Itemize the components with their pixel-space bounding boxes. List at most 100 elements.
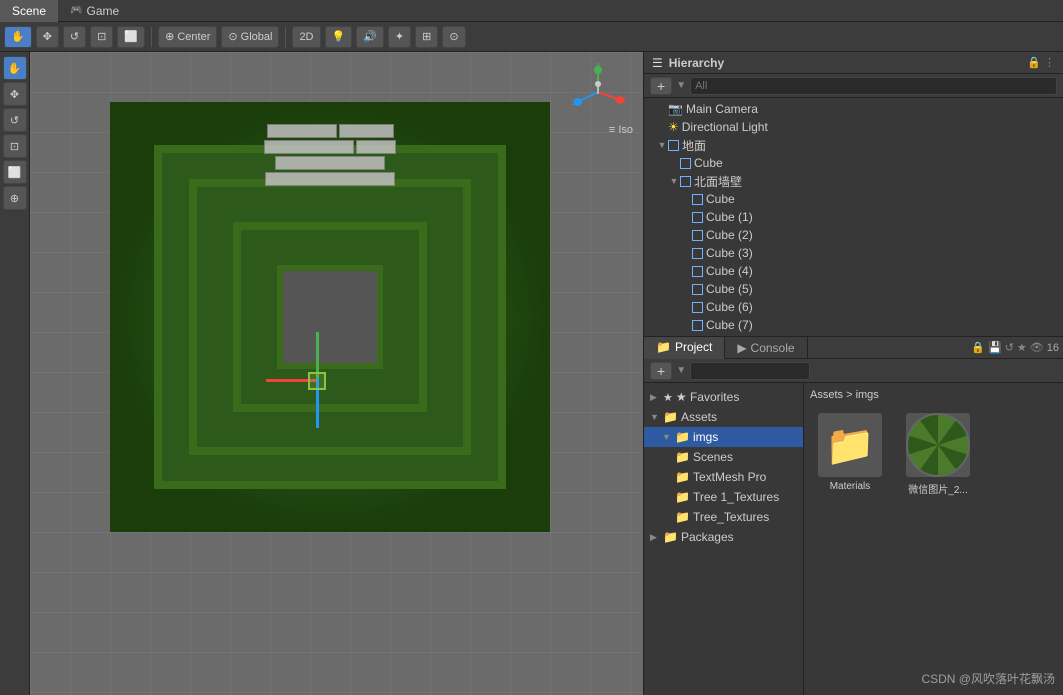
hierarchy-label-cube-5: Cube (5) (706, 282, 753, 296)
hierarchy-toolbar: + ▼ (644, 74, 1063, 98)
lighting-btn[interactable]: 💡 (325, 26, 353, 48)
building-5 (275, 156, 385, 170)
scene-view[interactable]: Y X Z ≡ Iso (30, 52, 643, 695)
project-star-btn[interactable]: ★ (1017, 341, 1027, 354)
expand-icon (668, 157, 680, 169)
materials-thumbnail: 📁 (818, 413, 882, 477)
group-icon (668, 140, 679, 151)
project-save-btn[interactable]: 💾 (988, 341, 1002, 354)
breadcrumb-folder: imgs (856, 389, 879, 401)
fx-btn[interactable]: ✦ (388, 26, 411, 48)
building-6 (265, 172, 395, 186)
sidebar-imgs[interactable]: ▼ 📁 imgs (644, 427, 803, 447)
expand-icon (680, 229, 692, 241)
hierarchy-label-main-camera: Main Camera (686, 102, 758, 116)
tab-scene[interactable]: Scene (0, 0, 58, 22)
project-lock-btn[interactable]: 🔒 (971, 341, 985, 354)
hierarchy-item-beimian[interactable]: ▼ 北面墙壁 (644, 172, 1063, 190)
expand-icon (680, 193, 692, 205)
project-add-btn[interactable]: + (650, 362, 672, 380)
hand-tool-btn[interactable]: ✋ (4, 26, 32, 48)
expand-icon (680, 211, 692, 223)
sidebar-textmesh[interactable]: 📁 TextMesh Pro (644, 467, 803, 487)
hierarchy-add-btn[interactable]: + (650, 77, 672, 95)
separator-1 (151, 27, 152, 47)
expand-icon (680, 301, 692, 313)
iso-label: ≡ Iso (609, 124, 633, 136)
console-icon: ▶ (737, 341, 746, 355)
project-search-input[interactable] (690, 362, 810, 380)
2d-btn[interactable]: 2D (292, 26, 320, 48)
hierarchy-item-cube-7[interactable]: Cube (7) (644, 316, 1063, 334)
pivot-btn[interactable]: ⊕ Center (158, 26, 217, 48)
transform-tool[interactable]: ⊕ (3, 186, 27, 210)
sidebar-packages[interactable]: ▶ 📁 Packages (644, 527, 803, 547)
cube-icon-3 (692, 248, 703, 259)
expand-icon: ▼ (650, 412, 660, 422)
hand-tool[interactable]: ✋ (3, 56, 27, 80)
sidebar-tree1[interactable]: 📁 Tree 1_Textures (644, 487, 803, 507)
rotate-tool-btn[interactable]: ↺ (63, 26, 86, 48)
hierarchy-lock-btn[interactable]: 🔒 (1027, 56, 1041, 69)
folder-icon-imgs: 📁 (675, 430, 690, 444)
hierarchy-item-cube-1[interactable]: Cube (1) (644, 208, 1063, 226)
game-tab-label: Game (86, 4, 119, 18)
hierarchy-item-dimian[interactable]: ▼ 地面 (644, 136, 1063, 154)
asset-materials[interactable]: 📁 Materials (810, 409, 890, 500)
move-tool[interactable]: ✥ (3, 82, 27, 106)
hierarchy-search-input[interactable] (690, 77, 1057, 95)
project-sidebar: ▶ ★ ★ Favorites ▼ 📁 Assets ▼ 📁 imgs (644, 383, 804, 695)
scene-orientation-gizmo[interactable]: Y X Z (568, 62, 628, 122)
hierarchy-options-btn[interactable]: ⋮ (1044, 56, 1055, 69)
sidebar-favorites-label: ★ Favorites (676, 390, 739, 404)
move-tool-btn[interactable]: ✥ (36, 26, 59, 48)
sidebar-tree-label: Tree_Textures (693, 510, 769, 524)
hierarchy-item-cube-5[interactable]: Cube (5) (644, 280, 1063, 298)
sidebar-favorites[interactable]: ▶ ★ ★ Favorites (644, 387, 803, 407)
scale-tool-btn[interactable]: ⊡ (90, 26, 113, 48)
gizmo-btn[interactable]: ⊙ (442, 26, 465, 48)
texture-label: 微信图片_2... (908, 481, 967, 496)
global-btn[interactable]: ⊙ Global (221, 26, 279, 48)
sidebar-assets[interactable]: ▼ 📁 Assets (644, 407, 803, 427)
rect-tool-btn[interactable]: ⬜ (117, 26, 145, 48)
tab-project[interactable]: 📁 Project (644, 337, 725, 359)
project-refresh-btn[interactable]: ↺ (1005, 341, 1014, 354)
hierarchy-item-main-camera[interactable]: 📷 Main Camera (644, 100, 1063, 118)
project-eye-btn[interactable]: 👁 (1030, 341, 1044, 354)
asset-wechat-img[interactable]: 微信图片_2... (898, 409, 978, 500)
audio-btn[interactable]: 🔊 (356, 26, 384, 48)
breadcrumb-arrow: > (846, 389, 855, 401)
hierarchy-item-cube-3[interactable]: Cube (3) (644, 244, 1063, 262)
right-panel: ☰ Hierarchy 🔒 ⋮ + ▼ 📷 Main Camera (643, 52, 1063, 695)
building-row-4 (198, 172, 462, 186)
tab-game[interactable]: 🎮 Game (58, 0, 131, 22)
svg-text:Z: Z (572, 100, 577, 107)
maze-ring-center (277, 265, 383, 368)
hierarchy-item-cube-4[interactable]: Cube (4) (644, 262, 1063, 280)
scale-tool[interactable]: ⊡ (3, 134, 27, 158)
console-tab-label: Console (751, 341, 795, 355)
main-area: ✋ ✥ ↺ ⊡ ⬜ ⊕ (0, 52, 1063, 695)
tab-console[interactable]: ▶ Console (725, 337, 807, 359)
expand-icon (656, 103, 668, 115)
scene-view-btn[interactable]: ⊞ (415, 26, 438, 48)
star-icon: ★ (663, 391, 673, 404)
sidebar-tree[interactable]: 📁 Tree_Textures (644, 507, 803, 527)
hierarchy-item-cube-6[interactable]: Cube (6) (644, 298, 1063, 316)
hierarchy-item-directional-light[interactable]: ☀ Directional Light (644, 118, 1063, 136)
hierarchy-item-cube-2[interactable]: Cube (2) (644, 226, 1063, 244)
rotate-tool[interactable]: ↺ (3, 108, 27, 132)
rect-tool[interactable]: ⬜ (3, 160, 27, 184)
sidebar-scenes[interactable]: 📁 Scenes (644, 447, 803, 467)
cube-icon-2 (692, 230, 703, 241)
hierarchy-label-beimian: 北面墙壁 (694, 173, 742, 190)
top-tabs-bar: Scene 🎮 Game (0, 0, 1063, 22)
hierarchy-label-dimian: 地面 (682, 137, 706, 154)
texture-preview (906, 413, 970, 477)
watermark: CSDN @风吹落叶花飘汤 (921, 670, 1055, 687)
hierarchy-item-cube-dimian[interactable]: Cube (644, 154, 1063, 172)
hierarchy-item-cube-0[interactable]: Cube (644, 190, 1063, 208)
hierarchy-label-cube-7: Cube (7) (706, 318, 753, 332)
building-1 (267, 124, 337, 138)
